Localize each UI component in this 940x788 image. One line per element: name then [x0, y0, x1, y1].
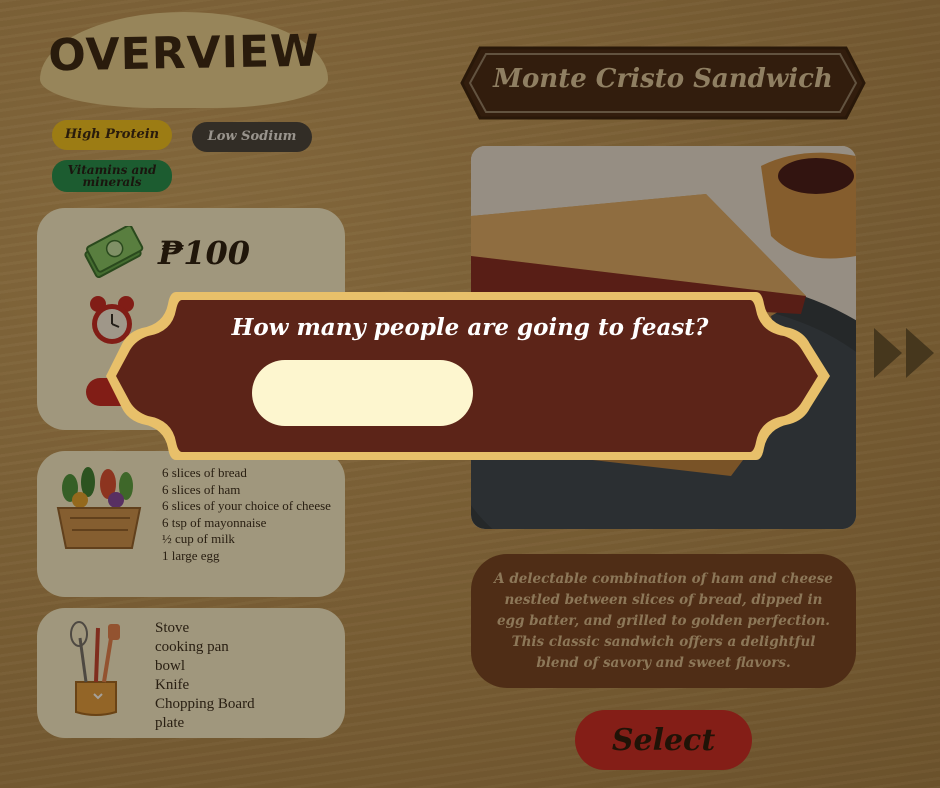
people-count-input[interactable]	[252, 360, 473, 426]
modal-question: How many people are going to feast?	[231, 314, 709, 341]
